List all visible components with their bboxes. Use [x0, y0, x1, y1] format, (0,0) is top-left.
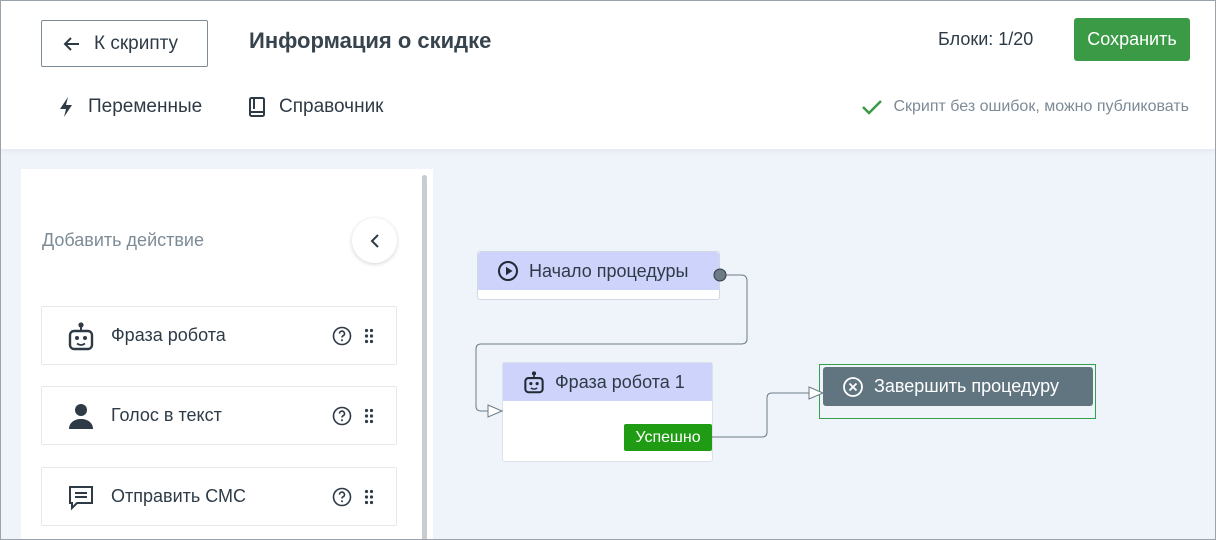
check-icon	[862, 100, 883, 115]
reference-label: Справочник	[279, 96, 384, 117]
help-icon[interactable]	[332, 487, 352, 507]
variables-label: Переменные	[88, 96, 203, 117]
end-node-label: Завершить процедуру	[874, 376, 1059, 396]
back-button-label: К скрипту	[94, 32, 179, 54]
chevron-left-icon	[370, 233, 379, 248]
sidebar-scrollbar[interactable]	[422, 175, 427, 539]
start-node-header: Начало процедуры	[478, 252, 719, 290]
robot-icon	[66, 321, 96, 351]
action-label: Фраза робота	[111, 325, 226, 345]
drag-handle-icon[interactable]	[364, 408, 374, 424]
collapse-sidebar-button[interactable]	[352, 218, 397, 263]
app-window: К скрипту Информация о скидке Блоки: 1/2…	[0, 0, 1216, 540]
variables-button[interactable]: Переменные	[56, 96, 202, 118]
arrow-left-icon	[63, 36, 79, 51]
robot-icon	[524, 371, 544, 394]
book-icon	[249, 97, 265, 117]
lightning-icon	[60, 97, 72, 117]
reference-button[interactable]: Справочник	[247, 96, 384, 118]
start-procedure-node[interactable]: Начало процедуры	[477, 251, 720, 300]
back-to-script-button[interactable]: К скрипту	[41, 20, 208, 67]
play-icon	[498, 261, 518, 281]
robot-node-label: Фраза робота 1	[555, 371, 685, 392]
message-icon	[66, 482, 96, 512]
validation-status: Скрипт без ошибок, можно публиковать	[861, 98, 1189, 116]
blocks-counter: Блоки: 1/20	[938, 29, 1034, 49]
drag-handle-icon[interactable]	[364, 328, 374, 344]
action-send-sms[interactable]: Отправить СМС	[41, 467, 397, 526]
action-voice-to-text[interactable]: Голос в текст	[41, 386, 397, 445]
close-circle-icon	[843, 376, 863, 397]
header: К скрипту Информация о скидке Блоки: 1/2…	[1, 1, 1215, 149]
action-label: Голос в текст	[111, 405, 222, 425]
page-title: Информация о скидке	[249, 28, 492, 53]
drag-handle-icon[interactable]	[364, 489, 374, 505]
save-button[interactable]: Сохранить	[1074, 18, 1190, 61]
person-icon	[66, 401, 96, 431]
status-text: Скрипт без ошибок, можно публиковать	[893, 98, 1189, 115]
sidebar-title: Добавить действие	[42, 230, 204, 250]
help-icon[interactable]	[332, 326, 352, 346]
help-icon[interactable]	[332, 406, 352, 426]
robot-node-header: Фраза робота 1	[503, 363, 712, 401]
action-label: Отправить СМС	[111, 486, 247, 506]
action-robot-phrase[interactable]: Фраза робота	[41, 306, 397, 365]
success-output-tag[interactable]: Успешно	[624, 424, 712, 451]
start-node-label: Начало процедуры	[529, 260, 689, 281]
end-procedure-node[interactable]: Завершить процедуру	[823, 367, 1093, 406]
